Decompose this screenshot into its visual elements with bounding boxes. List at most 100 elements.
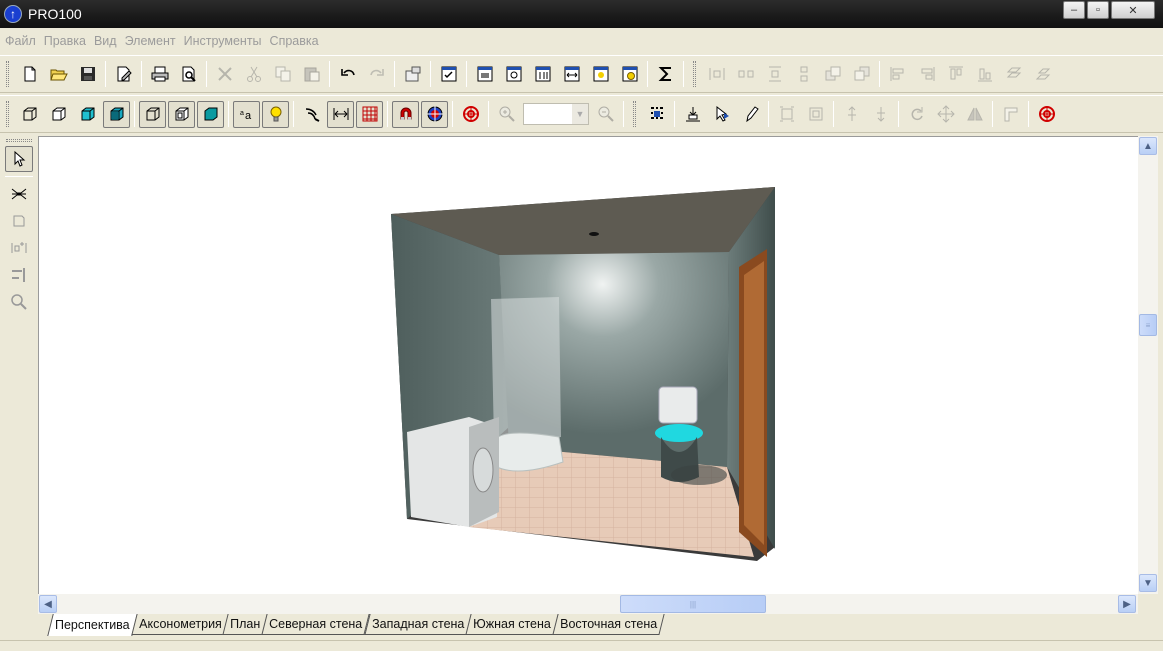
scroll-down-arrow-icon[interactable]: ▼ xyxy=(1139,574,1157,592)
tab-east-wall[interactable]: Восточная стена xyxy=(551,614,665,635)
textured-view-button[interactable] xyxy=(103,100,130,128)
paste-button[interactable] xyxy=(298,61,325,88)
scroll-up-arrow-icon[interactable]: ▲ xyxy=(1139,137,1157,155)
chevron-down-icon[interactable]: ▼ xyxy=(572,104,588,124)
zoom-level-select[interactable]: ▼ xyxy=(523,103,589,125)
find-element-button[interactable] xyxy=(500,61,527,88)
distribute-vertical-button[interactable] xyxy=(761,61,788,88)
bring-front-button[interactable] xyxy=(819,61,846,88)
render-mode-3-button[interactable] xyxy=(197,100,224,128)
menu-file[interactable]: Файл xyxy=(4,34,43,48)
rotate-button[interactable] xyxy=(903,101,930,128)
menu-edit[interactable]: Правка xyxy=(43,34,93,48)
magnet-toggle-button[interactable] xyxy=(392,100,419,128)
select-element-button[interactable] xyxy=(708,101,735,128)
print-button[interactable] xyxy=(146,61,173,88)
tab-west-wall[interactable]: Западная стена xyxy=(363,614,472,635)
element-list-button[interactable] xyxy=(529,61,556,88)
toolbar-grip[interactable] xyxy=(6,139,32,142)
lower-button[interactable] xyxy=(867,101,894,128)
toolbar-grip[interactable] xyxy=(6,61,9,87)
3d-viewport[interactable] xyxy=(38,136,1138,594)
color-view-button[interactable] xyxy=(74,101,101,128)
align-right-button[interactable] xyxy=(913,61,940,88)
redo-button[interactable] xyxy=(363,61,390,88)
properties-button[interactable] xyxy=(110,61,137,88)
mirror-button[interactable] xyxy=(961,101,988,128)
dimensions-window-button[interactable] xyxy=(558,61,585,88)
space-horizontal-button[interactable] xyxy=(732,61,759,88)
settings-button[interactable] xyxy=(399,61,426,88)
align-left-button[interactable] xyxy=(884,61,911,88)
minimize-button[interactable]: ‒ xyxy=(1063,1,1085,19)
menu-element[interactable]: Элемент xyxy=(124,34,183,48)
align-depth-front-button[interactable] xyxy=(1000,61,1027,88)
summary-button[interactable] xyxy=(652,61,679,88)
select-all-button[interactable] xyxy=(643,101,670,128)
scale-button[interactable] xyxy=(802,101,829,128)
horizontal-scrollbar[interactable]: ◀ ||| ▶ xyxy=(38,594,1138,614)
corner-button[interactable] xyxy=(997,101,1024,128)
menu-help[interactable]: Справка xyxy=(269,34,326,48)
collision-toggle-button[interactable] xyxy=(421,100,448,128)
send-back-button[interactable] xyxy=(848,61,875,88)
vertical-scrollbar[interactable]: ▲ ≡ ▼ xyxy=(1138,136,1158,594)
hidden-lines-view-button[interactable] xyxy=(45,101,72,128)
focus-button[interactable] xyxy=(1033,101,1060,128)
library-button[interactable] xyxy=(471,61,498,88)
align-tool-button[interactable] xyxy=(5,262,33,288)
align-bottom-button[interactable] xyxy=(971,61,998,88)
print-preview-button[interactable] xyxy=(175,61,202,88)
move-button[interactable] xyxy=(932,101,959,128)
render-mode-1-button[interactable] xyxy=(139,100,166,128)
select-tool-button[interactable] xyxy=(5,146,33,172)
tab-axonometry[interactable]: Аксонометрия xyxy=(131,614,229,635)
draw-shape-tool-button[interactable] xyxy=(5,208,33,234)
walls-tool-button[interactable] xyxy=(5,181,33,207)
zoom-out-button[interactable] xyxy=(592,101,619,128)
labels-toggle-button[interactable]: aa xyxy=(233,100,260,128)
dimensions-toggle-button[interactable] xyxy=(327,100,354,128)
toolbar-grip[interactable] xyxy=(6,101,9,127)
resize-button[interactable] xyxy=(773,101,800,128)
render-mode-2-button[interactable] xyxy=(168,100,195,128)
light-window-button[interactable] xyxy=(587,61,614,88)
tab-north-wall[interactable]: Северная стена xyxy=(261,614,371,635)
center-view-button[interactable] xyxy=(457,101,484,128)
save-file-button[interactable] xyxy=(74,61,101,88)
new-file-button[interactable] xyxy=(16,61,43,88)
lighting-toggle-button[interactable] xyxy=(262,100,289,128)
align-depth-back-button[interactable] xyxy=(1029,61,1056,88)
toolbar-grip[interactable] xyxy=(633,101,636,127)
edit-element-button[interactable] xyxy=(737,101,764,128)
checklist-button[interactable] xyxy=(435,61,462,88)
scroll-right-arrow-icon[interactable]: ▶ xyxy=(1118,595,1136,613)
menu-view[interactable]: Вид xyxy=(93,34,124,48)
copy-button[interactable] xyxy=(269,61,296,88)
align-top-button[interactable] xyxy=(942,61,969,88)
horizontal-scroll-thumb[interactable]: ||| xyxy=(620,595,766,613)
toolbar-grip[interactable] xyxy=(693,61,696,87)
delete-button[interactable] xyxy=(211,61,238,88)
snap-button[interactable] xyxy=(298,101,325,128)
cut-button[interactable] xyxy=(240,61,267,88)
tab-south-wall[interactable]: Южная стена xyxy=(465,614,559,635)
distribute-horizontal-button[interactable] xyxy=(703,61,730,88)
tab-perspective[interactable]: Перспектива xyxy=(47,614,138,636)
grid-toggle-button[interactable] xyxy=(356,100,383,128)
vertical-scroll-thumb[interactable]: ≡ xyxy=(1139,314,1157,336)
maximize-button[interactable]: ▫ xyxy=(1087,1,1109,19)
wireframe-view-button[interactable] xyxy=(16,101,43,128)
scroll-left-arrow-icon[interactable]: ◀ xyxy=(39,595,57,613)
zoom-tool-button[interactable] xyxy=(5,289,33,315)
move-to-floor-button[interactable] xyxy=(679,101,706,128)
menu-tools[interactable]: Инструменты xyxy=(183,34,269,48)
close-button[interactable]: ✕ xyxy=(1111,1,1155,19)
pricing-window-button[interactable] xyxy=(616,61,643,88)
zoom-in-button[interactable] xyxy=(493,101,520,128)
space-vertical-button[interactable] xyxy=(790,61,817,88)
undo-button[interactable] xyxy=(334,61,361,88)
distribute-tool-button[interactable] xyxy=(5,235,33,261)
raise-button[interactable] xyxy=(838,101,865,128)
open-file-button[interactable] xyxy=(45,61,72,88)
